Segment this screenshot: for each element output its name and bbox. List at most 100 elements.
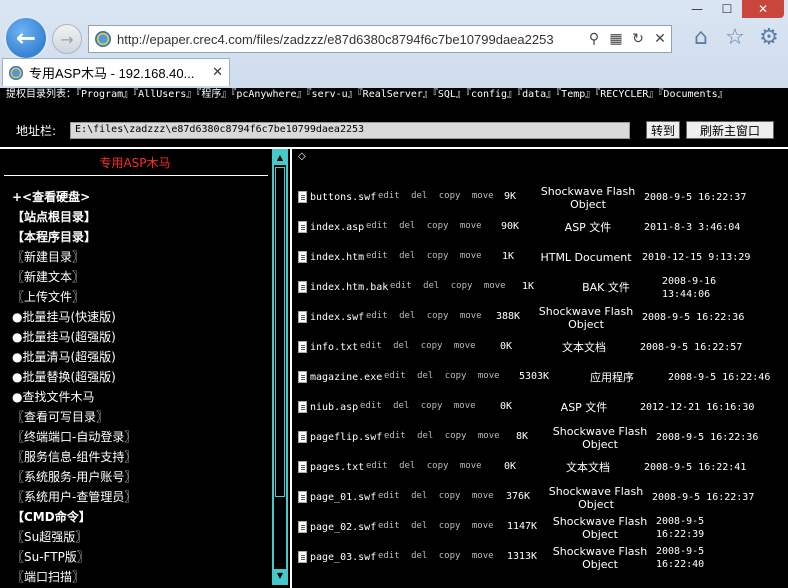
file-name[interactable]: info.txt: [310, 342, 358, 353]
file-actions[interactable]: edit del copy move: [360, 401, 476, 411]
nav-menu-item[interactable]: 〖上传文件〗: [12, 287, 270, 307]
scroll-up-icon[interactable]: ▲: [274, 151, 286, 165]
perm-link[interactable]: 『config』: [466, 89, 517, 100]
address-bar[interactable]: http://epaper.crec4.com/files/zadzzz/e87…: [88, 25, 672, 53]
perm-link[interactable]: 『程序』: [196, 89, 231, 100]
file-name[interactable]: index.asp: [310, 222, 364, 233]
file-actions[interactable]: edit del copy move: [366, 311, 482, 321]
forward-icon[interactable]: →: [52, 24, 82, 54]
file-name[interactable]: page_03.swf: [310, 552, 376, 563]
perm-link[interactable]: 『RECYCLER』: [595, 89, 658, 100]
nav-menu-item[interactable]: ●批量清马(超强版): [12, 347, 270, 367]
perm-link[interactable]: 『pcAnywhere』: [231, 89, 306, 100]
home-icon[interactable]: ⌂: [688, 24, 714, 50]
nav-menu-item[interactable]: 〖新建文本〗: [12, 267, 270, 287]
goto-button[interactable]: 转到: [646, 121, 680, 139]
file-row[interactable]: niub.asp edit del copy move 0K ASP 文件 2012-1…: [298, 395, 786, 425]
file-row[interactable]: page_02.swf edit del copy move 1147K Shockw…: [298, 515, 786, 545]
nav-menu-item[interactable]: ●批量挂马(快速版): [12, 307, 270, 327]
file-actions[interactable]: edit del copy move: [384, 431, 500, 441]
file-name[interactable]: pageflip.swf: [310, 432, 382, 443]
back-icon[interactable]: ←: [4, 16, 48, 60]
perm-dir-list: 提权目录列表：『Program』『AllUsers』『程序』『pcAnywher…: [6, 88, 782, 101]
nav-menu-item[interactable]: +<查看硬盘>: [12, 187, 270, 207]
nav-menu-item[interactable]: 〖新建目录〗: [12, 247, 270, 267]
nav-menu-item[interactable]: 〖Su-FTP版〗: [12, 547, 270, 567]
file-name[interactable]: index.swf: [310, 312, 364, 323]
perm-link[interactable]: 『RealServer』: [358, 89, 433, 100]
nav-menu-item[interactable]: 【CMD命令】: [12, 507, 270, 527]
file-actions[interactable]: edit del copy move: [390, 281, 506, 291]
nav-menu-item[interactable]: 〖服务信息-组件支持〗: [12, 447, 270, 467]
path-input[interactable]: E:\files\zadzzz\e87d6380c8794f6c7be10799…: [70, 121, 631, 139]
compat-icon[interactable]: ▦: [605, 31, 627, 47]
left-scrollbar[interactable]: ▲ ▼: [272, 149, 288, 585]
file-actions[interactable]: edit del copy move: [378, 521, 494, 531]
nav-menu-item[interactable]: 〖系统服务-用户账号〗: [12, 467, 270, 487]
file-row[interactable]: index.htm.bak edit del copy move 1K BAK 文件 2…: [298, 275, 786, 305]
file-row[interactable]: buttons.swf edit del copy move 9K Shockwave…: [298, 185, 786, 215]
perm-link[interactable]: 『Documents』: [658, 89, 727, 100]
file-row[interactable]: page_03.swf edit del copy move 1313K Shockw…: [298, 545, 786, 575]
file-type: ASP 文件: [538, 221, 638, 234]
file-name[interactable]: index.htm.bak: [310, 282, 388, 293]
nav-menu-item[interactable]: 〖系统用户-查管理员〗: [12, 487, 270, 507]
file-actions[interactable]: edit del copy move: [378, 551, 494, 561]
nav-menu-item[interactable]: 〖端口扫描〗: [12, 567, 270, 587]
file-actions[interactable]: edit del copy move: [366, 251, 482, 261]
file-actions[interactable]: edit del copy move: [378, 191, 494, 201]
file-name[interactable]: page_01.swf: [310, 492, 376, 503]
nav-menu-item[interactable]: ●批量挂马(超强版): [12, 327, 270, 347]
perm-link[interactable]: 『Temp』: [556, 89, 595, 100]
file-name[interactable]: magazine.exe: [310, 372, 382, 383]
file-row[interactable]: index.htm edit del copy move 1K HTML Docume…: [298, 245, 786, 275]
file-name[interactable]: page_02.swf: [310, 522, 376, 533]
file-time-line: 16:22:39: [656, 529, 705, 540]
settings-icon[interactable]: ⚙: [756, 24, 782, 50]
file-time-line: 2008-9-5 16:22:46: [668, 372, 771, 383]
refresh-main-window-button[interactable]: 刷新主窗口: [686, 121, 774, 139]
perm-link[interactable]: 『data』: [517, 89, 556, 100]
file-row[interactable]: index.swf edit del copy move 388K Shockwave…: [298, 305, 786, 335]
nav-menu-item[interactable]: 【本程序目录】: [12, 227, 270, 247]
maximize-button[interactable]: ☐: [712, 0, 742, 18]
file-name[interactable]: niub.asp: [310, 402, 358, 413]
file-actions[interactable]: edit del copy move: [360, 341, 476, 351]
file-row[interactable]: pages.txt edit del copy move 0K 文本文档 2008-9-…: [298, 455, 786, 485]
perm-link[interactable]: 『SQL』: [433, 89, 466, 100]
minimize-button[interactable]: —: [682, 0, 712, 18]
nav-menu-item[interactable]: ●批量替换(超强版): [12, 367, 270, 387]
file-name[interactable]: index.htm: [310, 252, 364, 263]
nav-menu-item[interactable]: ●查找文件木马: [12, 387, 270, 407]
file-row[interactable]: info.txt edit del copy move 0K 文本文档 2008-9-5…: [298, 335, 786, 365]
file-row[interactable]: page_01.swf edit del copy move 376K Shockwa…: [298, 485, 786, 515]
tab-close-icon[interactable]: ✕: [212, 65, 223, 80]
file-row[interactable]: index.asp edit del copy move 90K ASP 文件 2011…: [298, 215, 786, 245]
nav-menu-item[interactable]: 〖终端端口-自动登录〗: [12, 427, 270, 447]
file-actions[interactable]: edit del copy move: [384, 371, 500, 381]
nav-menu-item[interactable]: 〖查看可写目录〗: [12, 407, 270, 427]
perm-link[interactable]: 『Program』: [76, 89, 133, 100]
file-row[interactable]: pageflip.swf edit del copy move 8K Shockwav…: [298, 425, 786, 455]
file-type-line: Shockwave Flash: [552, 545, 648, 558]
file-actions[interactable]: edit del copy move: [378, 491, 494, 501]
nav-menu-item[interactable]: 【站点根目录】: [12, 207, 270, 227]
file-name[interactable]: buttons.swf: [310, 192, 376, 203]
scroll-thumb[interactable]: [275, 167, 285, 497]
perm-link[interactable]: 『serv-u』: [307, 89, 358, 100]
file-row[interactable]: magazine.exe edit del copy move 5303K 应用程序 2…: [298, 365, 786, 395]
scroll-down-icon[interactable]: ▼: [274, 569, 286, 583]
browser-tab[interactable]: 专用ASP木马 - 192.168.40... ✕: [2, 58, 230, 86]
refresh-icon[interactable]: ↻: [627, 31, 649, 47]
address-url[interactable]: http://epaper.crec4.com/files/zadzzz/e87…: [117, 32, 583, 47]
file-actions[interactable]: edit del copy move: [366, 221, 482, 231]
file-modified-time: 2012-12-21 16:16:30: [640, 401, 764, 414]
perm-link[interactable]: 『AllUsers』: [133, 89, 196, 100]
file-actions[interactable]: edit del copy move: [366, 461, 482, 471]
search-icon[interactable]: ⚲: [583, 31, 605, 47]
favorites-icon[interactable]: ☆: [722, 24, 748, 50]
nav-menu-item[interactable]: 〖Su超强版〗: [12, 527, 270, 547]
file-name[interactable]: pages.txt: [310, 462, 364, 473]
stop-icon[interactable]: ✕: [649, 31, 671, 47]
close-window-button[interactable]: ✕: [742, 0, 784, 18]
